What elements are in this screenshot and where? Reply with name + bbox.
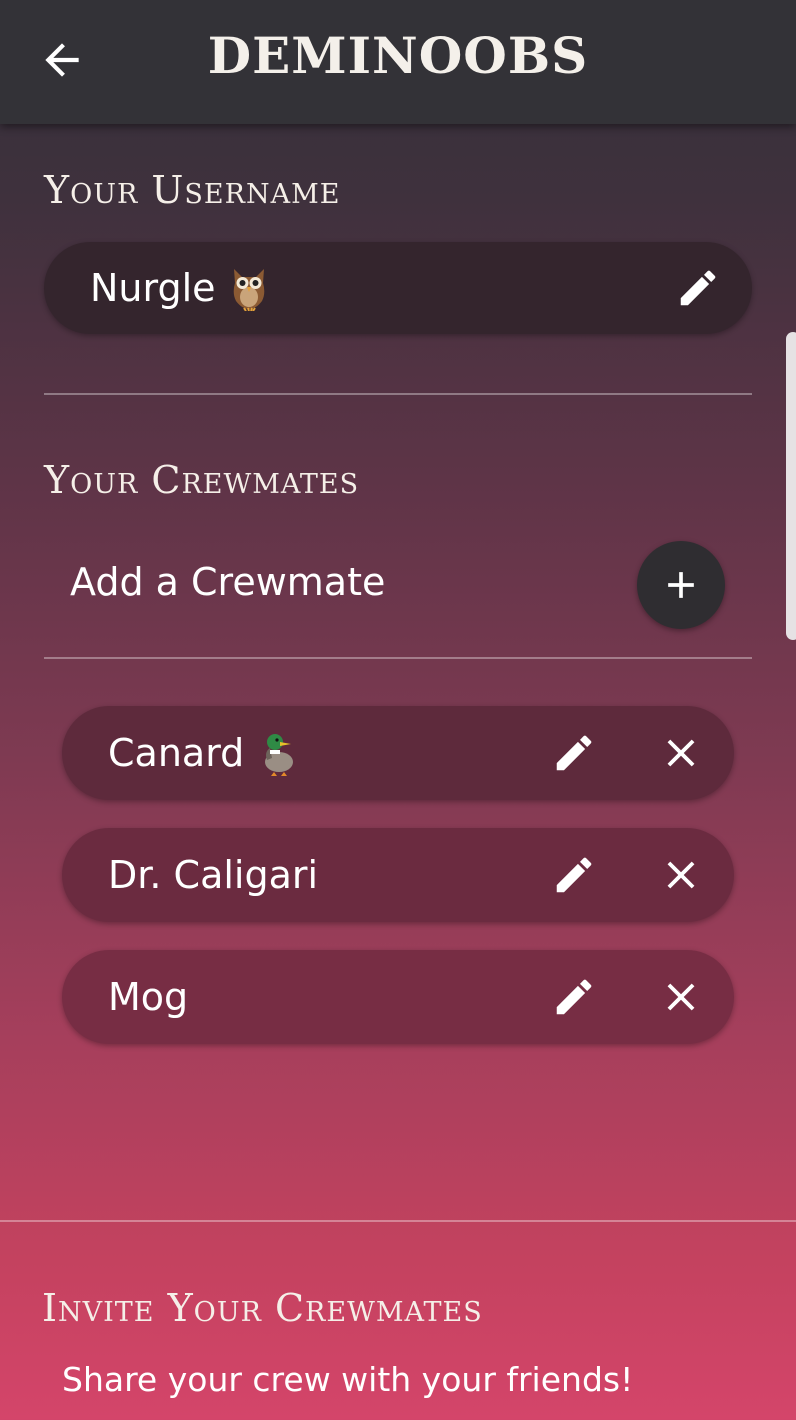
edit-crewmate-button[interactable] bbox=[546, 725, 602, 781]
edit-username-button[interactable] bbox=[670, 260, 726, 316]
close-icon bbox=[667, 861, 695, 889]
invite-section-title: Invite Your Crewmates bbox=[42, 1286, 483, 1330]
username-field[interactable]: Nurgle bbox=[44, 242, 752, 334]
owl-emoji-icon bbox=[230, 265, 268, 311]
close-icon bbox=[667, 983, 695, 1011]
scrollbar[interactable] bbox=[786, 332, 796, 640]
pencil-icon bbox=[556, 857, 592, 893]
crewmate-name: Mog bbox=[108, 975, 189, 1019]
remove-crewmate-button[interactable] bbox=[653, 725, 709, 781]
section-divider bbox=[44, 393, 752, 395]
crewmate-name: Canard bbox=[108, 731, 245, 775]
duck-emoji-icon bbox=[258, 730, 296, 776]
app-bar: DEMINOOBS bbox=[0, 0, 796, 124]
remove-crewmate-button[interactable] bbox=[653, 847, 709, 903]
crew-add-divider bbox=[44, 657, 752, 659]
close-icon bbox=[667, 739, 695, 767]
crewmate-name: Dr. Caligari bbox=[108, 853, 319, 897]
crewmate-item[interactable]: Mog bbox=[62, 950, 734, 1044]
crewmate-item[interactable]: Dr. Caligari bbox=[62, 828, 734, 922]
pencil-icon bbox=[680, 270, 716, 306]
username-text: Nurgle bbox=[90, 266, 216, 310]
edit-crewmate-button[interactable] bbox=[546, 969, 602, 1025]
remove-crewmate-button[interactable] bbox=[653, 969, 709, 1025]
invite-subtitle: Share your crew with your friends! bbox=[62, 1360, 634, 1399]
pencil-icon bbox=[556, 735, 592, 771]
add-crewmate-label: Add a Crewmate bbox=[70, 560, 386, 604]
app-title: DEMINOOBS bbox=[207, 26, 589, 85]
pencil-icon bbox=[556, 979, 592, 1015]
add-crewmate-button[interactable] bbox=[637, 541, 725, 629]
edit-crewmate-button[interactable] bbox=[546, 847, 602, 903]
plus-icon bbox=[668, 572, 694, 598]
invite-divider bbox=[0, 1220, 796, 1222]
crewmate-item[interactable]: Canard bbox=[62, 706, 734, 800]
crewmates-section-title: Your Crewmates bbox=[44, 458, 360, 502]
username-section-title: Your Username bbox=[44, 168, 341, 212]
